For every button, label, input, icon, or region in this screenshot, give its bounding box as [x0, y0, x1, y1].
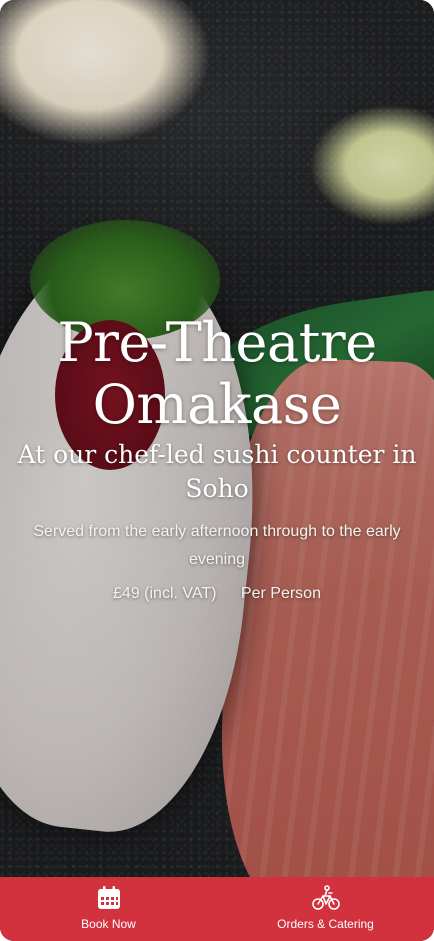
- app-screen: Pre-Theatre Omakase At our chef-led sush…: [0, 0, 434, 941]
- tab-label-orders-catering: Orders & Catering: [277, 917, 374, 931]
- tab-orders-catering[interactable]: Orders & Catering: [217, 877, 434, 941]
- tab-book-now[interactable]: Book Now: [0, 877, 217, 941]
- hero-description: Served from the early afternoon through …: [33, 523, 401, 568]
- bottom-tab-bar: Book Now Orders & Catering: [0, 877, 434, 941]
- hero-content: Pre-Theatre Omakase At our chef-led sush…: [0, 312, 434, 606]
- per-person-text: Per Person: [240, 585, 321, 602]
- hero-title: Pre-Theatre Omakase: [57, 311, 377, 436]
- hero-subtitle: At our chef-led sushi counter in Soho: [17, 440, 417, 503]
- price-row: £49 (incl. VAT) Per Person: [0, 582, 434, 606]
- calendar-icon: [94, 883, 124, 913]
- tab-label-book-now: Book Now: [81, 917, 136, 931]
- bicycle-delivery-icon: [311, 883, 341, 913]
- price-text: £49 (incl. VAT): [113, 585, 217, 602]
